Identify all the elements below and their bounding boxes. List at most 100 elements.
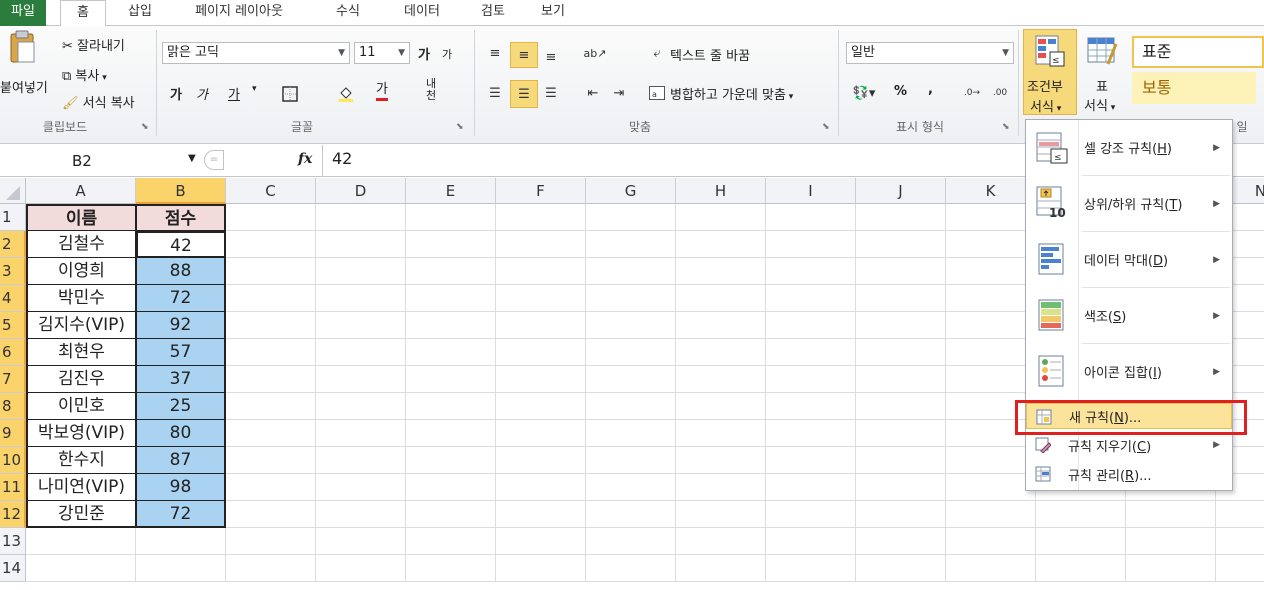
tab-insert[interactable]: 삽입 xyxy=(118,0,162,26)
accounting-format-icon[interactable]: 💱▾ xyxy=(848,82,880,104)
cell[interactable] xyxy=(946,555,1036,582)
name-cell[interactable]: 김철수 xyxy=(26,231,136,258)
cell[interactable] xyxy=(226,420,316,447)
row-header[interactable]: 7 xyxy=(0,366,26,393)
column-header[interactable]: I xyxy=(766,178,856,204)
align-left-icon[interactable]: ☰ xyxy=(484,82,506,104)
cell[interactable] xyxy=(226,501,316,528)
cell[interactable] xyxy=(406,474,496,501)
cell[interactable] xyxy=(766,285,856,312)
tab-file[interactable]: 파일 xyxy=(0,0,46,26)
increase-decimal-icon[interactable]: .0→ xyxy=(960,82,984,104)
score-cell[interactable]: 80 xyxy=(136,420,226,447)
bold-button[interactable]: 가 xyxy=(170,84,182,103)
cell[interactable] xyxy=(316,555,406,582)
format-as-table-label-1[interactable]: 표 xyxy=(1096,76,1108,95)
cell[interactable] xyxy=(316,366,406,393)
tab-page-layout[interactable]: 페이지 레이아웃 xyxy=(184,0,294,26)
cell[interactable] xyxy=(766,501,856,528)
alignment-launcher-icon[interactable]: ⬊ xyxy=(822,122,830,132)
score-cell[interactable]: 25 xyxy=(136,393,226,420)
cell[interactable] xyxy=(226,447,316,474)
cell[interactable] xyxy=(856,285,946,312)
cell[interactable] xyxy=(406,231,496,258)
cell[interactable] xyxy=(586,528,676,555)
cell[interactable] xyxy=(316,447,406,474)
row-header[interactable]: 6 xyxy=(0,339,26,366)
cell[interactable] xyxy=(856,312,946,339)
font-launcher-icon[interactable]: ⬊ xyxy=(456,122,464,132)
orientation-icon[interactable]: ab↗ xyxy=(580,42,610,64)
cell[interactable] xyxy=(856,231,946,258)
cell[interactable] xyxy=(496,231,586,258)
cell[interactable] xyxy=(316,204,406,231)
row-header[interactable]: 8 xyxy=(0,393,26,420)
paste-icon[interactable] xyxy=(4,30,40,64)
menu-item-data-bars[interactable]: 데이터 막대(D) ▶ xyxy=(1026,232,1232,287)
italic-button[interactable]: 가 xyxy=(196,84,208,103)
cell[interactable] xyxy=(496,312,586,339)
cell[interactable] xyxy=(586,339,676,366)
cell[interactable] xyxy=(856,258,946,285)
cell[interactable] xyxy=(766,555,856,582)
formula-bar-handle-icon[interactable]: = xyxy=(204,150,224,170)
cell[interactable] xyxy=(496,501,586,528)
cell[interactable] xyxy=(946,285,1036,312)
cell[interactable] xyxy=(1216,555,1264,582)
cell[interactable] xyxy=(946,339,1036,366)
cell[interactable] xyxy=(586,447,676,474)
score-cell[interactable]: 88 xyxy=(136,258,226,285)
cell[interactable] xyxy=(496,339,586,366)
cell[interactable] xyxy=(1126,528,1216,555)
cell[interactable] xyxy=(946,474,1036,501)
cell[interactable] xyxy=(1036,555,1126,582)
row-header[interactable]: 5 xyxy=(0,312,26,339)
cell[interactable] xyxy=(766,420,856,447)
score-cell[interactable]: 72 xyxy=(136,501,226,528)
decrease-indent-icon[interactable]: ⇤ xyxy=(582,82,604,104)
cell[interactable] xyxy=(496,285,586,312)
row-header[interactable]: 12 xyxy=(0,501,26,528)
cell[interactable] xyxy=(496,393,586,420)
column-header[interactable]: J xyxy=(856,178,946,204)
cell[interactable] xyxy=(226,204,316,231)
cell[interactable] xyxy=(676,393,766,420)
underline-button[interactable]: 가 xyxy=(228,84,240,103)
cell[interactable] xyxy=(496,204,586,231)
cell[interactable] xyxy=(316,339,406,366)
cell[interactable] xyxy=(676,366,766,393)
grow-font-button[interactable]: 가 xyxy=(418,44,430,63)
name-cell[interactable]: 박보영(VIP) xyxy=(26,420,136,447)
cell[interactable] xyxy=(856,420,946,447)
cell[interactable] xyxy=(676,204,766,231)
row-header[interactable]: 3 xyxy=(0,258,26,285)
cell[interactable] xyxy=(586,555,676,582)
cell[interactable] xyxy=(316,528,406,555)
align-center-icon[interactable]: ☰ xyxy=(510,80,538,108)
cell[interactable] xyxy=(766,474,856,501)
font-size-combo[interactable]: 11 ▼ xyxy=(354,42,410,64)
cell[interactable] xyxy=(226,285,316,312)
cell[interactable] xyxy=(316,285,406,312)
conditional-formatting-button[interactable]: ≤ 조건부 서식 ▾ xyxy=(1023,29,1077,115)
column-header[interactable]: G xyxy=(586,178,676,204)
cell[interactable] xyxy=(1216,501,1264,528)
cell[interactable] xyxy=(406,339,496,366)
tab-data[interactable]: 데이터 xyxy=(392,0,452,26)
cell[interactable] xyxy=(226,555,316,582)
cell[interactable] xyxy=(766,447,856,474)
row-header[interactable]: 1 xyxy=(0,204,26,231)
score-cell[interactable]: 37 xyxy=(136,366,226,393)
cell[interactable] xyxy=(496,258,586,285)
cell[interactable] xyxy=(676,231,766,258)
format-as-table-label-2[interactable]: 서식 ▾ xyxy=(1084,95,1115,114)
clipboard-launcher-icon[interactable]: ⬊ xyxy=(141,122,149,132)
cell[interactable] xyxy=(226,393,316,420)
borders-icon[interactable] xyxy=(278,83,302,105)
cell[interactable] xyxy=(676,501,766,528)
copy-button[interactable]: ⧉ 복사 ▾ xyxy=(62,65,107,84)
cell[interactable] xyxy=(946,258,1036,285)
align-right-icon[interactable]: ☰ xyxy=(540,82,562,104)
cell[interactable] xyxy=(766,366,856,393)
cell[interactable] xyxy=(946,204,1036,231)
